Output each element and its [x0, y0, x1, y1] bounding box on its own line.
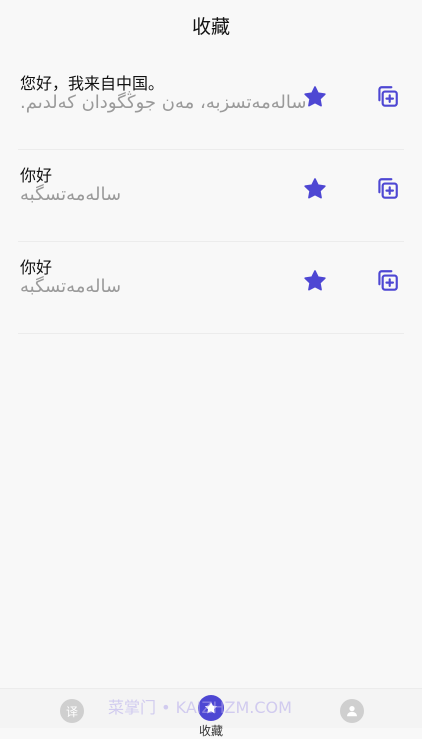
star-icon — [304, 86, 326, 107]
favorites-list: 您好，我来自中国。 سالەمەتسزبە، مەن جوڭگودان كەلد… — [0, 58, 422, 334]
source-text: 你好 — [20, 166, 53, 185]
person-icon — [340, 699, 364, 723]
page-title: 收藏 — [191, 15, 230, 38]
tab-favorites[interactable]: 收藏 — [181, 689, 241, 738]
copy-plus-icon — [378, 178, 398, 199]
source-text: 您好，我来自中国。 — [20, 74, 165, 93]
list-item[interactable]: 你好 سالەمەتسگبە — [18, 242, 404, 334]
bottom-tab-bar: 译 收藏 — [0, 688, 422, 738]
list-item[interactable]: 您好，我来自中国。 سالەمەتسزبە، مەن جوڭگودان كەلد… — [18, 58, 404, 150]
translation-text: سالەمەتسگبە — [20, 276, 122, 297]
star-icon — [198, 695, 224, 721]
tab-label: 收藏 — [198, 724, 223, 738]
source-text: 你好 — [20, 258, 53, 277]
translation-text: سالەمەتسگبە — [20, 184, 122, 205]
star-icon — [304, 270, 326, 291]
copy-button[interactable] — [372, 82, 402, 112]
copy-button[interactable] — [372, 174, 402, 204]
copy-plus-icon — [378, 86, 398, 107]
copy-plus-icon — [378, 270, 398, 291]
tab-profile[interactable] — [322, 689, 382, 728]
translate-icon: 译 — [60, 699, 84, 723]
page-header: 收藏 — [0, 0, 422, 50]
copy-button[interactable] — [372, 266, 402, 296]
favorite-button[interactable] — [300, 174, 330, 204]
tab-translate[interactable]: 译 — [42, 689, 102, 728]
favorite-button[interactable] — [300, 266, 330, 296]
favorite-button[interactable] — [300, 82, 330, 112]
star-icon — [304, 178, 326, 199]
translation-text: سالەمەتسزبە، مەن جوڭگودان كەلدىم. — [20, 92, 307, 113]
list-item[interactable]: 你好 سالەمەتسگبە — [18, 150, 404, 242]
